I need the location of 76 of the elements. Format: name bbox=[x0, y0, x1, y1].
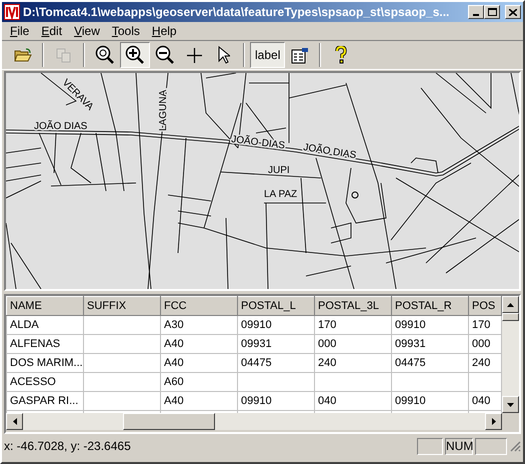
table-cell: 09931 bbox=[392, 334, 468, 354]
column-header[interactable]: POSTAL_L bbox=[238, 296, 314, 316]
table-cell: 09910 bbox=[392, 316, 468, 334]
right-arrow-icon bbox=[492, 418, 496, 425]
table-cell: 09910 bbox=[392, 392, 468, 410]
close-button[interactable] bbox=[505, 5, 521, 19]
scroll-thumb[interactable] bbox=[123, 413, 215, 430]
street-label: JUPI bbox=[268, 165, 290, 176]
properties-icon bbox=[290, 46, 309, 64]
column-header[interactable]: SUFFIX bbox=[84, 296, 160, 316]
vertical-scrollbar[interactable] bbox=[502, 296, 519, 413]
table-cell: 09910 bbox=[238, 316, 314, 334]
status-panel bbox=[417, 438, 443, 454]
menu-item[interactable]: Help bbox=[146, 23, 183, 39]
num-lock-indicator: NUM bbox=[445, 438, 473, 454]
column-header[interactable]: POS bbox=[468, 296, 502, 316]
status-panel bbox=[475, 438, 507, 454]
table-cell: DOS MARIM... bbox=[6, 354, 84, 372]
zoom-icon bbox=[95, 45, 115, 65]
street-label: LAGUNA bbox=[158, 90, 169, 131]
scroll-down-button[interactable] bbox=[502, 396, 519, 413]
minimize-icon bbox=[473, 14, 479, 16]
app-icon bbox=[4, 4, 20, 20]
label-button[interactable]: label bbox=[250, 42, 286, 68]
table-cell: A60 bbox=[160, 372, 238, 392]
table-cell: A40 bbox=[160, 334, 238, 354]
zoom-in-button[interactable] bbox=[120, 42, 150, 68]
table-cell: ACESSO bbox=[6, 372, 84, 392]
table-cell: 000 bbox=[314, 334, 392, 354]
zoom-in-icon bbox=[125, 45, 145, 65]
copy-icon bbox=[56, 48, 72, 62]
table-cell: A30 bbox=[160, 316, 238, 334]
table-cell: ALDA bbox=[6, 316, 84, 334]
help-icon bbox=[334, 46, 347, 64]
table-cell: 09910 bbox=[238, 392, 314, 410]
menu-item[interactable]: File bbox=[4, 23, 36, 39]
street-label: JOÃO-DIAS bbox=[230, 134, 286, 152]
table-cell: 09931 bbox=[238, 334, 314, 354]
pointer-icon bbox=[218, 46, 230, 64]
table-cell: 240 bbox=[314, 354, 392, 372]
menu-item[interactable]: Edit bbox=[35, 23, 68, 39]
column-header[interactable]: FCC bbox=[160, 296, 238, 316]
street-label: JOÃO DIAS bbox=[302, 142, 357, 162]
crosshair-icon bbox=[187, 48, 202, 62]
scroll-right-button[interactable] bbox=[485, 413, 502, 430]
scroll-up-button[interactable] bbox=[502, 296, 519, 313]
table-cell: 040 bbox=[314, 392, 392, 410]
menu-item[interactable]: Tools bbox=[106, 23, 146, 39]
street-label: JOÃO DIAS bbox=[34, 121, 88, 132]
table-cell: A40 bbox=[160, 392, 238, 410]
resize-grip-icon bbox=[509, 440, 521, 452]
street-label: LA PAZ bbox=[264, 189, 298, 200]
table-cell: ALFENAS bbox=[6, 334, 84, 354]
table-cell: A40 bbox=[160, 354, 238, 372]
column-header[interactable]: POSTAL_3L bbox=[314, 296, 392, 316]
left-arrow-icon bbox=[12, 418, 16, 425]
table-cell: 170 bbox=[314, 316, 392, 334]
horizontal-scrollbar[interactable] bbox=[6, 413, 502, 430]
folder-icon bbox=[14, 48, 32, 62]
column-header[interactable]: NAME bbox=[6, 296, 84, 316]
maximize-icon bbox=[488, 8, 496, 16]
maximize-button[interactable] bbox=[484, 5, 500, 19]
down-arrow-icon bbox=[507, 402, 514, 406]
up-arrow-icon bbox=[507, 302, 514, 306]
column-header[interactable]: POSTAL_R bbox=[392, 296, 468, 316]
scroll-left-button[interactable] bbox=[6, 413, 23, 430]
minimize-button[interactable] bbox=[468, 5, 484, 19]
table-cell: 04475 bbox=[392, 354, 468, 372]
close-icon bbox=[509, 8, 517, 16]
menu-item[interactable]: View bbox=[68, 23, 106, 39]
zoom-out-icon bbox=[155, 45, 175, 65]
table-cell: GASPAR RI... bbox=[6, 392, 84, 410]
scroll-thumb[interactable] bbox=[502, 313, 519, 321]
window-title: D:\Tomcat4.1\webapps\geoserver\data\featureTypes\spsaop_st\spsaop_s... bbox=[23, 4, 450, 21]
coordinates-text: x: -46.7028, y: -23.6465 bbox=[4, 438, 132, 455]
table-cell: 04475 bbox=[238, 354, 314, 372]
